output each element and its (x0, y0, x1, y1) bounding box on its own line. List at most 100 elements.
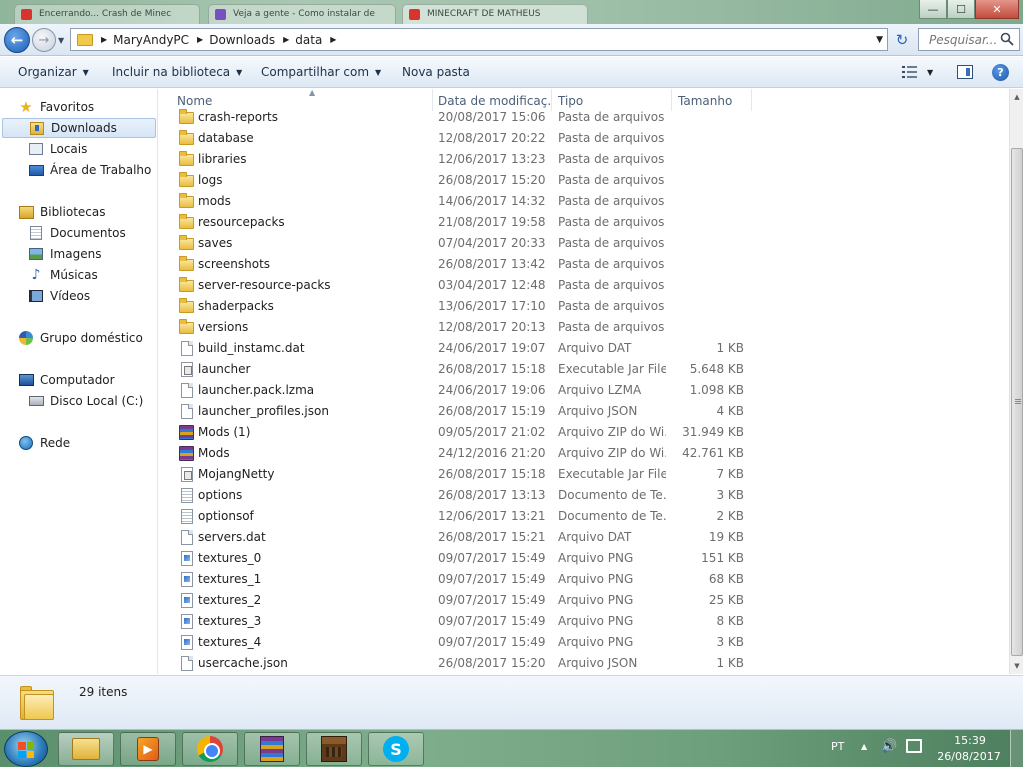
taskbar-app-minecraft[interactable] (306, 732, 362, 766)
browser-tab[interactable]: MINECRAFT DE MATHEUS (402, 4, 588, 24)
recent-pages-dropdown[interactable]: ▼ (58, 36, 64, 45)
close-button[interactable]: ✕ (975, 0, 1019, 19)
show-desktop-button[interactable] (1010, 730, 1023, 767)
file-row[interactable]: servers.dat 26/08/2017 15:21 Arquivo DAT 19… (173, 527, 753, 548)
file-row[interactable]: textures_4 09/07/2017 15:49 Arquivo PNG 3 K… (173, 632, 753, 653)
details-pane: 29 itens (0, 675, 1023, 729)
nav-downloads[interactable]: Downloads (2, 118, 156, 138)
chevron-down-icon[interactable]: ▼ (927, 68, 933, 77)
nav-local-disk[interactable]: Disco Local (C:) (28, 391, 143, 411)
chevron-right-icon[interactable]: ▶ (101, 35, 107, 44)
file-row[interactable]: build_instamc.dat 24/06/2017 19:07 Arquivo… (173, 338, 753, 359)
view-options-icon[interactable] (902, 66, 917, 78)
taskbar-app-explorer[interactable] (58, 732, 114, 766)
search-icon[interactable] (1000, 32, 1014, 46)
taskbar-app-media-player[interactable]: ▶ (120, 732, 176, 766)
file-row[interactable]: launcher 26/08/2017 15:18 Executable Jar F… (173, 359, 753, 380)
file-type: Executable Jar File (558, 467, 666, 481)
forward-button[interactable]: → (32, 28, 56, 52)
file-row[interactable]: mods 14/06/2017 14:32 Pasta de arquivos (173, 191, 753, 212)
nav-places[interactable]: Locais (28, 139, 87, 159)
file-row[interactable]: textures_2 09/07/2017 15:49 Arquivo PNG 25 … (173, 590, 753, 611)
file-row[interactable]: logs 26/08/2017 15:20 Pasta de arquivos (173, 170, 753, 191)
scroll-up-button[interactable]: ▲ (1010, 89, 1023, 105)
file-date-modified: 12/06/2017 13:23 (438, 152, 546, 166)
file-row[interactable]: crash-reports 20/08/2017 15:06 Pasta de ar… (173, 107, 753, 128)
chevron-right-icon[interactable]: ▶ (197, 35, 203, 44)
maximize-button[interactable]: ☐ (947, 0, 975, 19)
chevron-right-icon[interactable]: ▶ (283, 35, 289, 44)
chevron-down-icon: ▼ (236, 68, 243, 77)
network-status-icon[interactable] (906, 739, 922, 753)
scrollbar-thumb[interactable] (1011, 148, 1023, 656)
file-row[interactable]: launcher.pack.lzma 24/06/2017 19:06 Arquiv… (173, 380, 753, 401)
file-row[interactable]: Mods 24/12/2016 21:20 Arquivo ZIP do Wi...… (173, 443, 753, 464)
nav-images[interactable]: Imagens (28, 244, 101, 264)
breadcrumb[interactable]: ▶ MaryAndyPC ▶ Downloads ▶ data ▶ ▼ (70, 28, 888, 51)
file-row[interactable]: usercache.json 26/08/2017 15:20 Arquivo JS… (173, 653, 753, 674)
file-size: 19 KB (708, 530, 744, 544)
chevron-down-icon[interactable]: ▼ (876, 35, 883, 45)
organize-button[interactable]: Organizar ▼ (18, 65, 89, 79)
taskbar-app-chrome[interactable] (182, 732, 238, 766)
column-header-label: Data de modificaç... (438, 94, 552, 108)
file-row[interactable]: optionsof 12/06/2017 13:21 Documento de Te… (173, 506, 753, 527)
file-row[interactable]: textures_1 09/07/2017 15:49 Arquivo PNG 68 … (173, 569, 753, 590)
help-icon[interactable]: ? (992, 64, 1009, 81)
file-row[interactable]: options 26/08/2017 13:13 Documento de Te..… (173, 485, 753, 506)
taskbar-app-winrar[interactable] (244, 732, 300, 766)
file-row[interactable]: MojangNetty 26/08/2017 15:18 Executable Ja… (173, 464, 753, 485)
back-button[interactable]: ← (4, 27, 30, 53)
folder-icon (179, 193, 194, 208)
file-size: 4 KB (716, 404, 744, 418)
breadcrumb-item[interactable]: Downloads (209, 33, 275, 47)
show-hidden-icons-icon[interactable]: ▲ (861, 742, 867, 751)
file-row[interactable]: Mods (1) 09/05/2017 21:02 Arquivo ZIP do W… (173, 422, 753, 443)
scroll-down-button[interactable]: ▼ (1010, 658, 1023, 674)
file-row[interactable]: database 12/08/2017 20:22 Pasta de arquivo… (173, 128, 753, 149)
volume-icon[interactable]: 🔊 (881, 739, 897, 754)
file-date-modified: 26/08/2017 15:18 (438, 362, 546, 376)
nav-homegroup[interactable]: Grupo doméstico (18, 328, 143, 348)
file-row[interactable]: versions 12/08/2017 20:13 Pasta de arquivo… (173, 317, 753, 338)
browser-tab[interactable]: Encerrando... Crash de Minec (14, 4, 200, 24)
file-row[interactable]: server-resource-packs 03/04/2017 12:48 Pas… (173, 275, 753, 296)
file-row[interactable]: screenshots 26/08/2017 13:42 Pasta de arqu… (173, 254, 753, 275)
file-name: textures_2 (198, 593, 262, 607)
nav-libraries[interactable]: Bibliotecas (18, 202, 105, 222)
refresh-button[interactable]: ↻ (892, 30, 912, 50)
clock-date[interactable]: 26/08/2017 (937, 750, 1001, 763)
nav-favorites[interactable]: ★ Favoritos (18, 97, 94, 117)
file-name: usercache.json (198, 656, 288, 670)
file-name: MojangNetty (198, 467, 275, 481)
file-row[interactable]: launcher_profiles.json 26/08/2017 15:19 Ar… (173, 401, 753, 422)
breadcrumb-item[interactable]: data (295, 33, 322, 47)
file-row[interactable]: libraries 12/06/2017 13:23 Pasta de arquiv… (173, 149, 753, 170)
preview-pane-icon[interactable] (957, 65, 973, 79)
share-with-button[interactable]: Compartilhar com ▼ (261, 65, 381, 79)
file-row[interactable]: saves 07/04/2017 20:33 Pasta de arquivos (173, 233, 753, 254)
file-row[interactable]: resourcepacks 21/08/2017 19:58 Pasta de ar… (173, 212, 753, 233)
taskbar-app-skype[interactable]: S (368, 732, 424, 766)
clock-time[interactable]: 15:39 (945, 734, 995, 747)
file-row[interactable]: textures_3 09/07/2017 15:49 Arquivo PNG 8 K… (173, 611, 753, 632)
language-indicator[interactable]: PT (831, 740, 844, 753)
chevron-right-icon[interactable]: ▶ (330, 35, 336, 44)
nav-desktop[interactable]: Área de Trabalho (28, 160, 151, 180)
file-row[interactable]: textures_0 09/07/2017 15:49 Arquivo PNG 151… (173, 548, 753, 569)
new-folder-button[interactable]: Nova pasta (402, 65, 470, 79)
nav-music[interactable]: ♪ Músicas (28, 265, 98, 285)
desktop-icon (28, 162, 44, 178)
nav-documents[interactable]: Documentos (28, 223, 126, 243)
file-row[interactable]: shaderpacks 13/06/2017 17:10 Pasta de arqu… (173, 296, 753, 317)
nav-network[interactable]: Rede (18, 433, 70, 453)
search-input[interactable] (929, 30, 1011, 50)
start-button[interactable] (4, 731, 48, 767)
browser-tab[interactable]: Veja a gente - Como instalar de (208, 4, 396, 24)
include-in-library-button[interactable]: Incluir na biblioteca ▼ (112, 65, 242, 79)
vertical-scrollbar[interactable]: ▲ ▼ (1009, 89, 1023, 674)
nav-computer[interactable]: Computador (18, 370, 115, 390)
minimize-button[interactable]: — (919, 0, 947, 19)
breadcrumb-item[interactable]: MaryAndyPC (113, 33, 189, 47)
nav-videos[interactable]: Vídeos (28, 286, 90, 306)
